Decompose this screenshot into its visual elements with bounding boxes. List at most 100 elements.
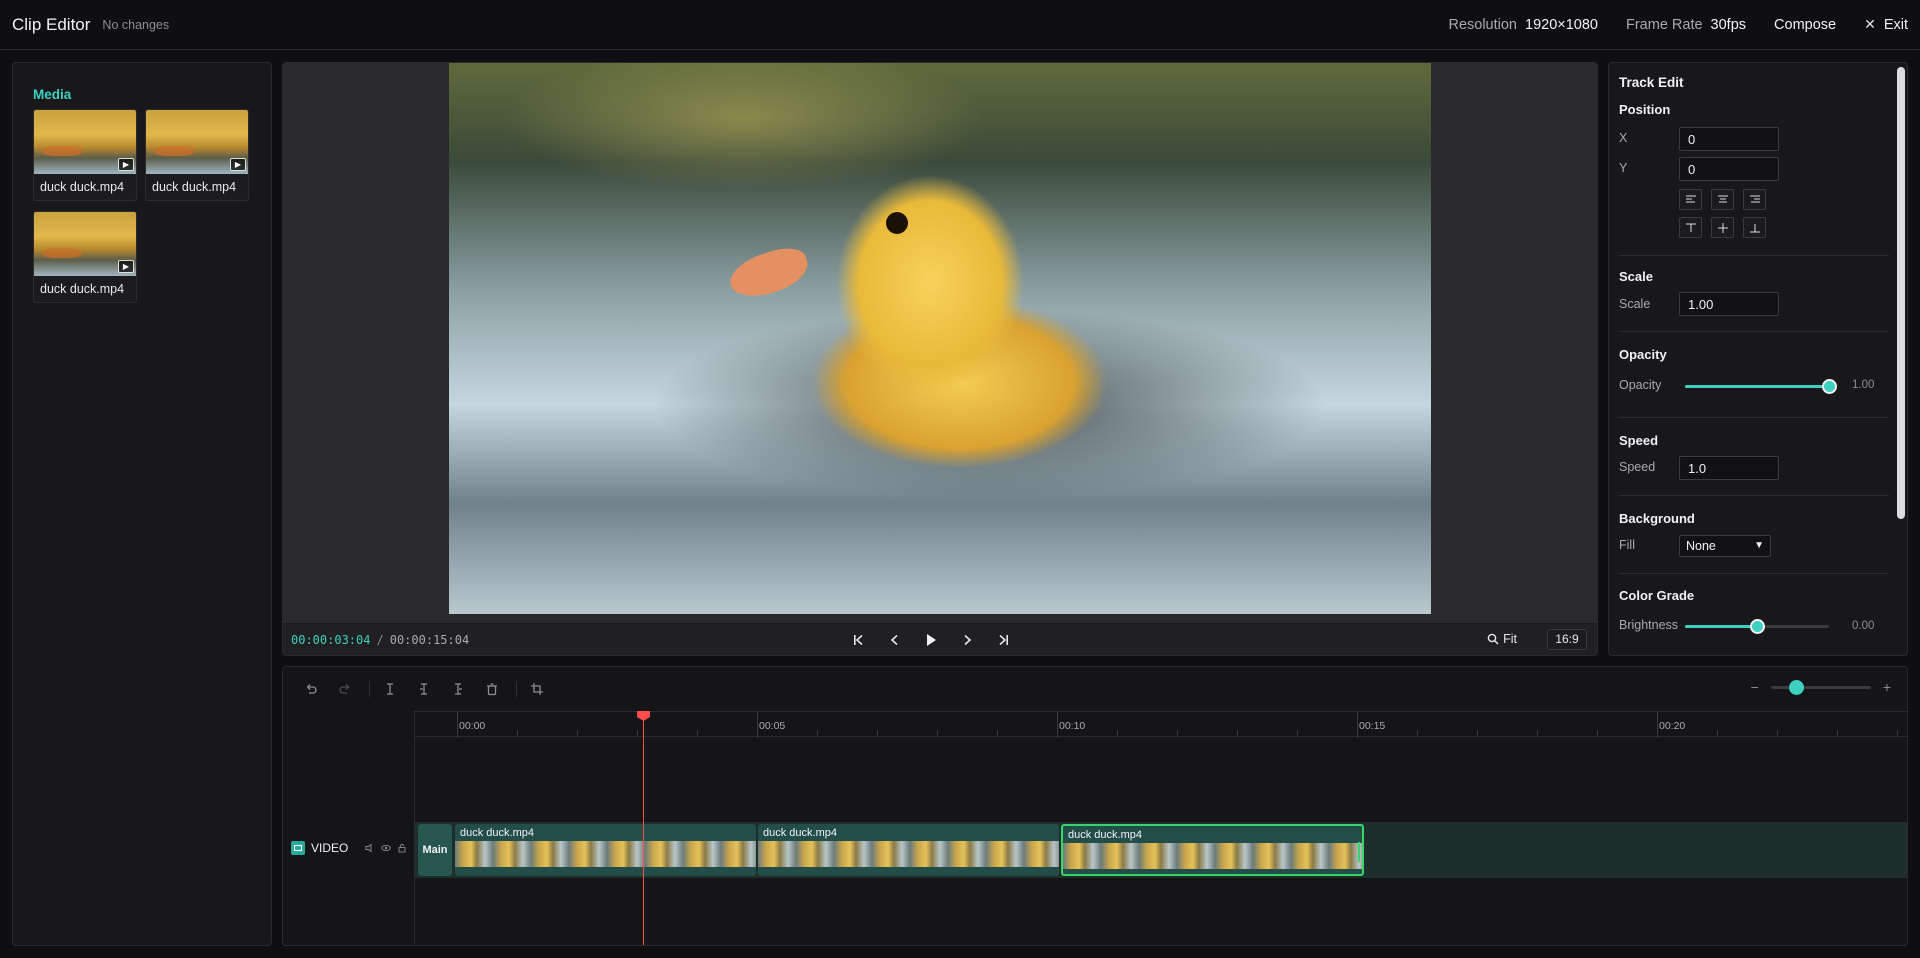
zoom-fit-button[interactable]: Fit <box>1487 632 1517 646</box>
align-right-icon[interactable] <box>1743 189 1766 210</box>
brightness-slider[interactable] <box>1685 619 1829 634</box>
speed-heading: Speed <box>1619 433 1659 448</box>
save-status: No changes <box>102 17 170 32</box>
scale-input[interactable] <box>1679 292 1779 316</box>
mute-icon[interactable] <box>365 843 375 853</box>
ruler-tick <box>1537 730 1538 736</box>
duckling-eye <box>886 212 908 234</box>
framerate-display: Frame Rate 30fps <box>1626 17 1746 33</box>
ruler-tick <box>937 730 938 736</box>
opacity-label: Opacity <box>1619 378 1662 392</box>
ruler-tick <box>1657 712 1658 738</box>
align-center-icon[interactable] <box>1711 189 1734 210</box>
brightness-slider-thumb[interactable] <box>1750 619 1765 634</box>
current-timecode: 00:00:03:04 <box>291 632 371 647</box>
fill-select-value: None <box>1686 539 1716 553</box>
opacity-slider[interactable] <box>1685 379 1837 394</box>
zoom-in-icon[interactable]: + <box>1883 679 1891 695</box>
brightness-slider-fill <box>1685 625 1757 628</box>
video-preview <box>449 63 1431 614</box>
media-thumbnail: ▶ <box>34 110 136 174</box>
preview-panel: 00:00:03:04 / 00:00:15:04 Fit 16:9 <box>282 62 1598 656</box>
ruler-tick <box>1177 730 1178 736</box>
scale-heading: Scale <box>1619 269 1653 284</box>
timeline-zoom-slider[interactable] <box>1770 679 1871 695</box>
position-x-input[interactable] <box>1679 127 1779 151</box>
media-item-name: duck duck.mp4 <box>40 180 125 194</box>
resolution-value: 1920×1080 <box>1525 16 1598 33</box>
split-icon[interactable] <box>380 679 400 699</box>
align-left-icon[interactable] <box>1679 189 1702 210</box>
brightness-label: Brightness <box>1619 618 1679 632</box>
position-y-input[interactable] <box>1679 157 1779 181</box>
ruler-tick <box>1837 730 1838 736</box>
media-panel: Media ▶ duck duck.mp4 ▶ duck duck.mp4 ▶ … <box>12 62 272 946</box>
ruler-tick <box>697 730 698 736</box>
clip-trim-handle[interactable] <box>1358 842 1360 862</box>
opacity-value: 1.00 <box>1852 379 1875 391</box>
ruler-tick <box>1597 730 1598 736</box>
zoom-out-icon[interactable]: − <box>1751 679 1759 695</box>
main-track-tag: Main <box>418 824 452 876</box>
align-middle-icon[interactable] <box>1711 217 1734 238</box>
position-heading: Position <box>1619 102 1671 117</box>
lock-icon[interactable] <box>397 843 407 853</box>
media-grid: ▶ duck duck.mp4 ▶ duck duck.mp4 ▶ duck d… <box>33 109 265 303</box>
playhead[interactable] <box>643 711 644 945</box>
search-icon <box>1487 633 1499 645</box>
fill-select[interactable]: None ▼ <box>1679 535 1771 557</box>
speed-input[interactable] <box>1679 456 1779 480</box>
aspect-ratio-button[interactable]: 16:9 <box>1547 629 1587 650</box>
crop-icon[interactable] <box>527 679 547 699</box>
media-item[interactable]: ▶ duck duck.mp4 <box>33 211 137 303</box>
section-divider <box>1619 573 1889 574</box>
timeline-clip[interactable]: duck duck.mp4 <box>455 824 756 876</box>
track-header-column <box>283 711 415 945</box>
speed-label: Speed <box>1619 460 1656 474</box>
ruler-tick <box>1057 712 1058 738</box>
transport-controls <box>851 624 1011 656</box>
total-timecode: 00:00:15:04 <box>389 632 470 647</box>
ruler-tick <box>1237 730 1238 736</box>
timeline-clip[interactable]: duck duck.mp4 <box>758 824 1059 876</box>
next-frame-icon[interactable] <box>959 632 975 648</box>
align-top-icon[interactable] <box>1679 217 1702 238</box>
track-controls <box>365 843 407 853</box>
video-track-name: VIDEO <box>311 841 349 855</box>
section-divider <box>1619 255 1889 256</box>
clip-thumbnail-strip <box>1063 843 1362 869</box>
trim-start-icon[interactable] <box>414 679 434 699</box>
ruler-label: 00:05 <box>759 720 786 732</box>
exit-label: Exit <box>1883 16 1908 33</box>
skip-to-end-icon[interactable] <box>995 632 1011 648</box>
background-heading: Background <box>1619 511 1695 526</box>
skip-to-start-icon[interactable] <box>851 632 867 648</box>
color-grade-heading: Color Grade <box>1619 588 1695 603</box>
delete-icon[interactable] <box>482 679 502 699</box>
media-item[interactable]: ▶ duck duck.mp4 <box>33 109 137 201</box>
media-thumbnail: ▶ <box>34 212 136 276</box>
timeline-clip-selected[interactable]: duck duck.mp4 <box>1061 824 1364 876</box>
play-icon[interactable] <box>923 632 939 648</box>
previous-frame-icon[interactable] <box>887 632 903 648</box>
chevron-down-icon: ▼ <box>1754 540 1764 551</box>
undo-icon[interactable] <box>301 679 321 699</box>
section-divider <box>1619 495 1889 496</box>
opacity-heading: Opacity <box>1619 347 1667 362</box>
fill-label: Fill <box>1619 538 1635 552</box>
visibility-icon[interactable] <box>381 843 391 853</box>
timeline-zoom-thumb[interactable] <box>1788 679 1804 695</box>
compose-button[interactable]: Compose <box>1774 17 1836 33</box>
ruler-tick <box>997 730 998 736</box>
trim-end-icon[interactable] <box>448 679 468 699</box>
close-icon: ✕ <box>1864 16 1876 32</box>
opacity-slider-thumb[interactable] <box>1822 379 1837 394</box>
redo-icon[interactable] <box>335 679 355 699</box>
exit-button[interactable]: ✕ Exit <box>1864 16 1908 33</box>
properties-scrollbar[interactable] <box>1897 67 1905 519</box>
ruler-tick <box>1357 712 1358 738</box>
align-bottom-icon[interactable] <box>1743 217 1766 238</box>
ruler-tick <box>637 730 638 736</box>
framerate-label: Frame Rate <box>1625 16 1703 33</box>
media-item[interactable]: ▶ duck duck.mp4 <box>145 109 249 201</box>
